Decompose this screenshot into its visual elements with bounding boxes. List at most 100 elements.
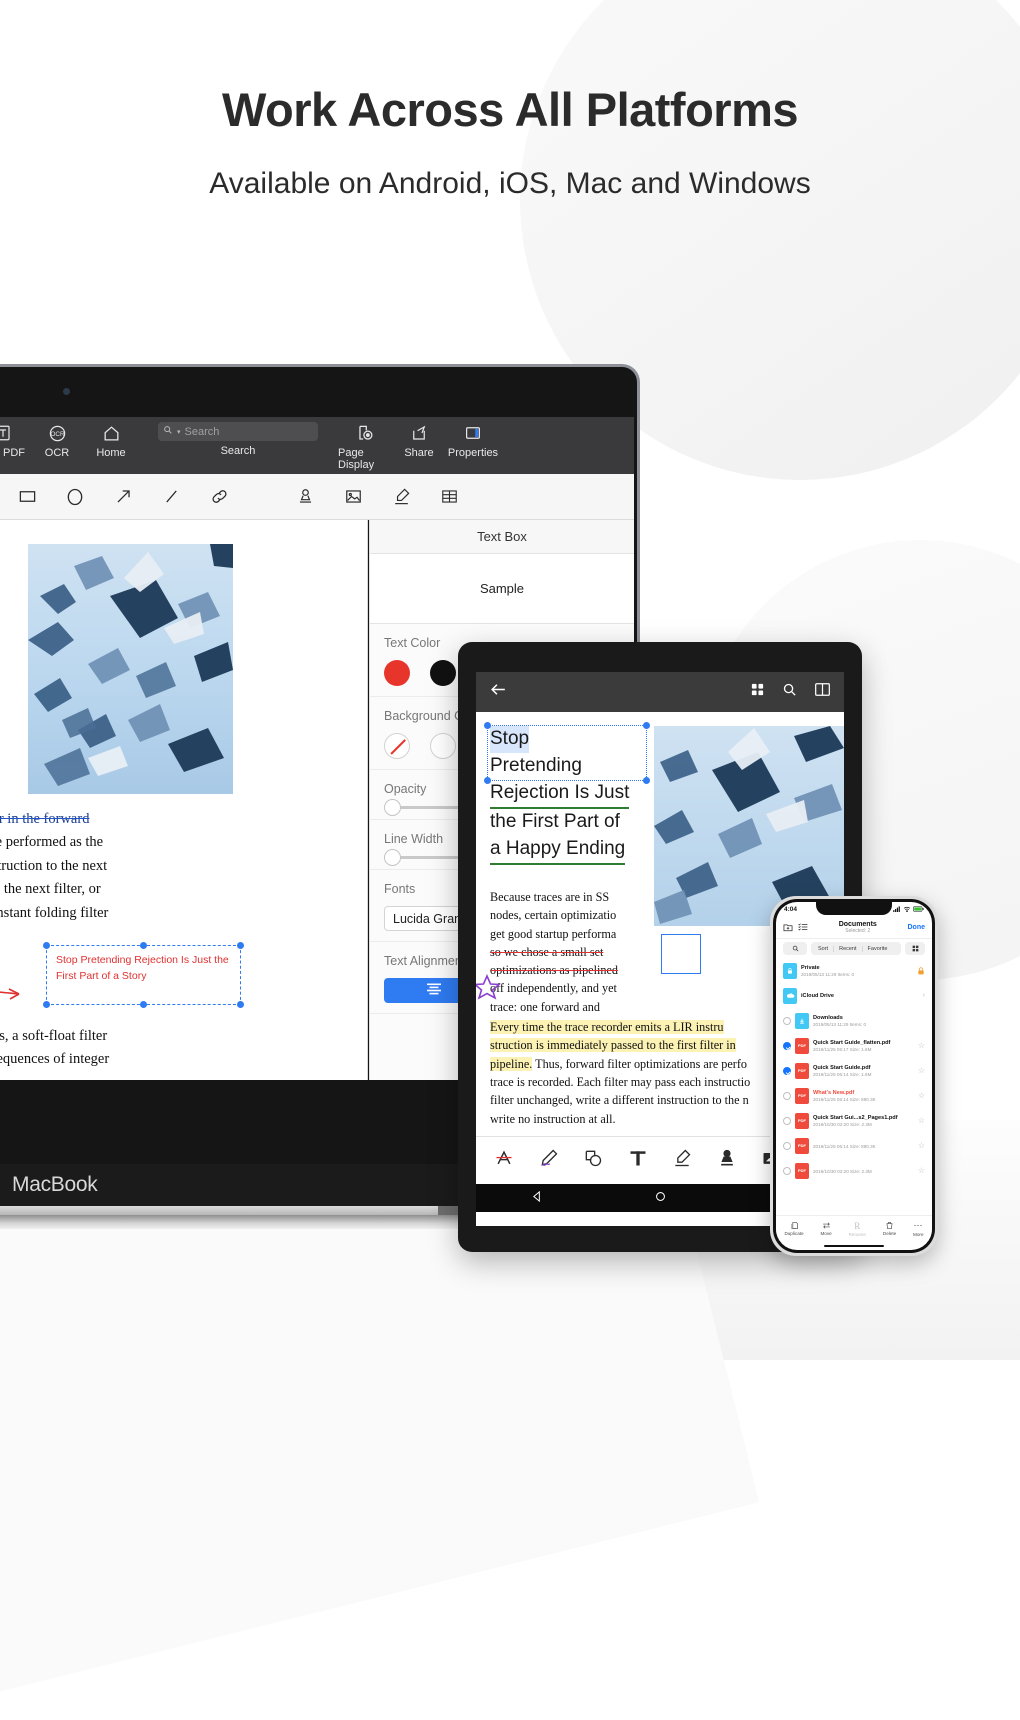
line-width-slider-knob[interactable] — [384, 849, 401, 866]
link-icon[interactable] — [206, 484, 232, 510]
toolbar-item-share[interactable]: Share — [392, 422, 446, 459]
list-item[interactable]: Private 2019/05/13 11:29 Items: 0 — [776, 958, 932, 983]
favorite-star-icon[interactable]: ☆ — [918, 1116, 925, 1125]
status-time: 4:04 — [784, 906, 798, 913]
back-triangle-icon[interactable] — [532, 1189, 543, 1207]
text-markup-icon[interactable] — [494, 1148, 514, 1173]
search-icon[interactable] — [783, 942, 807, 955]
doc-body-line: l. For example, the constant folding fil… — [0, 904, 109, 921]
toolbar-duplicate[interactable]: Duplicate — [784, 1221, 804, 1236]
row-checkbox[interactable] — [783, 1091, 791, 1100]
panel-sample-preview: Sample — [370, 554, 634, 624]
toolbar-move[interactable]: Move — [820, 1221, 832, 1236]
resize-handle-tr[interactable] — [237, 942, 244, 949]
toolbar-item-page-display[interactable]: Page Display — [338, 422, 392, 471]
pencil-icon[interactable] — [539, 1148, 559, 1173]
resize-handle-bc[interactable] — [139, 1001, 147, 1008]
toolbar-delete[interactable]: Delete — [883, 1221, 896, 1236]
back-arrow-icon[interactable] — [489, 680, 508, 704]
text-box-annotation[interactable]: Stop Pretending Rejection Is Just the Fi… — [43, 942, 244, 1008]
list-item[interactable]: PDF Quick Start Guide_flatten.pdf 2019/1… — [776, 1033, 932, 1058]
home-circle-icon[interactable] — [655, 1189, 666, 1207]
done-button[interactable]: Done — [908, 924, 926, 931]
text-icon[interactable] — [628, 1148, 648, 1173]
grid-view-icon[interactable] — [905, 942, 925, 955]
filter-option-recent[interactable]: Recent — [834, 945, 863, 952]
toolbar-item-edit-pdf[interactable]: Edit PDF — [0, 422, 30, 459]
toolbar-rename[interactable]: R Rename — [849, 1221, 866, 1237]
row-checkbox[interactable] — [783, 1016, 791, 1025]
favorite-star-icon[interactable]: ☆ — [918, 1091, 925, 1100]
list-item[interactable]: PDF 2019/11/25 06:14 Size: 890.3K ☆ — [776, 1133, 932, 1158]
ellipse-icon[interactable] — [62, 484, 88, 510]
background-swatch-none[interactable] — [384, 733, 410, 759]
toolbar-label: Edit PDF — [0, 447, 25, 459]
arrow-icon[interactable] — [110, 484, 136, 510]
filter-option-sort[interactable]: Sort — [813, 945, 835, 952]
resize-handle-br[interactable] — [643, 777, 650, 784]
resize-handle-tc[interactable] — [139, 942, 147, 949]
favorite-star-icon[interactable]: ☆ — [918, 1141, 925, 1150]
line-icon[interactable] — [158, 484, 184, 510]
iphone-frame: 4:04 Documents Selected: 2 Done Sort Rec… — [773, 899, 935, 1253]
home-indicator — [824, 1244, 884, 1247]
page-subtitle: Available on Android, iOS, Mac and Windo… — [209, 167, 811, 200]
row-checkbox[interactable] — [783, 1041, 791, 1050]
opacity-slider-knob[interactable] — [384, 799, 401, 816]
favorite-star-icon[interactable]: ☆ — [918, 1041, 925, 1050]
iphone-nav-center: Documents Selected: 2 — [839, 921, 877, 934]
toolbar-item-home[interactable]: Home — [84, 422, 138, 459]
search-input[interactable]: ▾ Search — [158, 422, 318, 441]
favorite-star-icon[interactable]: ☆ — [918, 1166, 925, 1175]
stamp-icon[interactable] — [717, 1148, 737, 1173]
search-icon[interactable] — [782, 682, 797, 702]
list-item[interactable]: PDF Quick Start Gui...s2_Pages1.pdf 2019… — [776, 1108, 932, 1133]
table-icon[interactable] — [436, 484, 462, 510]
row-checkbox[interactable] — [783, 1066, 791, 1075]
toolbar-more[interactable]: ⋯ More — [913, 1220, 923, 1237]
highlight-line: pipeline. — [490, 1056, 533, 1071]
font-family-value: Lucida Gran — [393, 911, 462, 926]
signature-icon[interactable] — [672, 1148, 692, 1173]
resize-handle-bl[interactable] — [43, 1001, 50, 1008]
text-color-swatch-black[interactable] — [430, 660, 456, 686]
shape-icon[interactable] — [583, 1148, 603, 1173]
align-center-icon — [426, 982, 442, 1000]
rectangle-icon[interactable] — [14, 484, 40, 510]
toolbar-item-ocr[interactable]: OCR OCR — [30, 422, 84, 459]
doc-heading-line-1: he — [0, 530, 22, 559]
resize-handle-br[interactable] — [237, 1001, 244, 1008]
select-list-icon[interactable] — [798, 919, 808, 937]
resize-handle-tl[interactable] — [484, 722, 491, 729]
new-folder-icon[interactable] — [783, 919, 793, 937]
tablet-text-selection-box[interactable] — [484, 722, 650, 784]
stamp-icon[interactable] — [292, 484, 318, 510]
signature-icon[interactable] — [388, 484, 414, 510]
image-icon[interactable] — [340, 484, 366, 510]
row-checkbox[interactable] — [783, 1141, 791, 1150]
background-swatch-white[interactable] — [430, 733, 456, 759]
list-item[interactable]: PDF What's New.pdf 2019/11/25 06:14 Size… — [776, 1083, 932, 1108]
resize-handle-tr[interactable] — [643, 722, 650, 729]
star-stamp-icon[interactable] — [476, 974, 500, 1000]
toolbar-label: Rename — [848, 1231, 866, 1237]
pdf-document-view[interactable]: he y with — [0, 520, 368, 1080]
resize-handle-bl[interactable] — [484, 777, 491, 784]
grid-view-icon[interactable] — [750, 682, 765, 702]
folder-download-icon — [795, 1012, 809, 1029]
filter-segmented-control[interactable]: Sort Recent Favorite — [811, 942, 901, 955]
tablet-blue-square-annotation[interactable] — [661, 934, 701, 974]
filter-option-favorite[interactable]: Favorite — [863, 946, 893, 952]
book-view-icon[interactable] — [814, 682, 831, 702]
row-checkbox[interactable] — [783, 1166, 791, 1175]
toolbar-item-properties[interactable]: Properties — [446, 422, 500, 459]
favorite-star-icon[interactable]: ☆ — [918, 1066, 925, 1075]
list-item[interactable]: PDF Quick Start Guide.pdf 2019/11/25 06:… — [776, 1058, 932, 1083]
list-item[interactable]: PDF 2019/10/30 02:20 Size: 2.3M ☆ — [776, 1158, 932, 1183]
row-checkbox[interactable] — [783, 1116, 791, 1125]
list-item[interactable]: Downloads 2019/05/13 11:29 Items: 0 — [776, 1008, 932, 1033]
text-color-swatch-red[interactable] — [384, 660, 410, 686]
file-name: Quick Start Guide_flatten.pdf — [813, 1039, 891, 1046]
list-item[interactable]: iCloud Drive › — [776, 983, 932, 1008]
resize-handle-tl[interactable] — [43, 942, 50, 949]
